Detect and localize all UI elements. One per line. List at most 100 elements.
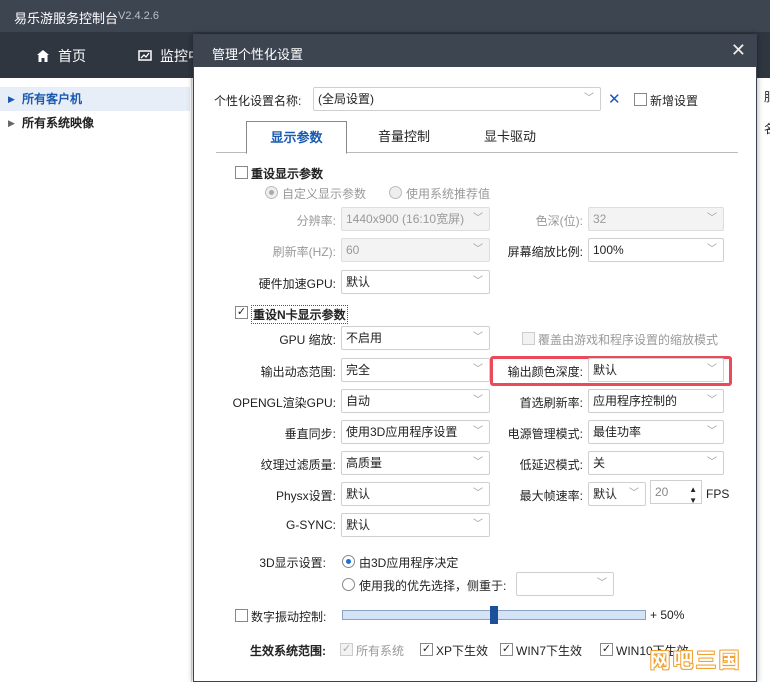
opengl-gpu-value: 自动	[346, 394, 371, 408]
preferred-refresh-select[interactable]: 应用程序控制的 ﹀	[588, 389, 724, 413]
radio-3d-pref[interactable]	[342, 578, 355, 591]
radio-custom-display[interactable]	[265, 186, 278, 199]
vsync-label: 垂直同步:	[284, 427, 336, 441]
max-fps-select[interactable]: 默认 ﹀	[588, 482, 646, 506]
vibrance-checkbox[interactable]	[235, 609, 248, 622]
sidebar: ▶ 所有客户机 ▶ 所有系统映像	[0, 78, 192, 682]
chevron-down-icon: ﹀	[473, 457, 483, 468]
close-icon[interactable]: ✕	[731, 40, 746, 61]
opengl-gpu-select[interactable]: 自动 ﹀	[341, 389, 490, 413]
low-latency-select[interactable]: 关 ﹀	[588, 451, 724, 475]
bg-header-text: 名	[764, 120, 770, 137]
tab-display[interactable]: 显示参数	[246, 121, 347, 154]
systems-label: 生效系统范围:	[250, 644, 326, 658]
physx-label: Physx设置:	[275, 489, 336, 503]
screen-scale-label: 屏幕缩放比例:	[507, 245, 583, 259]
dynamic-range-select[interactable]: 完全 ﹀	[341, 358, 490, 382]
texture-quality-select[interactable]: 高质量 ﹀	[341, 451, 490, 475]
setting-name-label: 个性化设置名称:	[214, 94, 302, 108]
win10-checkbox[interactable]: ✓	[600, 643, 613, 656]
gpu-scale-label: GPU 缩放:	[279, 333, 336, 347]
preferred-refresh-value: 应用程序控制的	[593, 394, 678, 408]
tab-gpu-driver[interactable]: 显卡驱动	[470, 121, 550, 153]
reset-display-checkbox[interactable]	[235, 166, 248, 179]
power-mode-select[interactable]: 最佳功率 ﹀	[588, 420, 724, 444]
gpu-scale-select[interactable]: 不启用 ﹀	[341, 326, 490, 350]
reset-nvidia-label: 重设N卡显示参数	[251, 305, 348, 324]
output-color-depth-select[interactable]: 默认 ﹀	[588, 358, 724, 382]
gpu-scale-value: 不启用	[346, 331, 383, 345]
hw-gpu-label: 硬件加速GPU:	[258, 277, 336, 291]
chevron-down-icon: ﹀	[473, 519, 483, 530]
tab-volume[interactable]: 音量控制	[364, 121, 444, 153]
chevron-down-icon: ﹀	[473, 426, 483, 437]
pref-focus-select[interactable]: ﹀	[516, 572, 614, 596]
chevron-down-icon: ﹀	[707, 426, 717, 437]
chevron-down-icon: ﹀	[629, 488, 639, 499]
radio-3d-pref-label: 使用我的优先选择，侧重于:	[359, 579, 507, 593]
radio-3d-app[interactable]	[342, 555, 355, 568]
bg-header-text: 服	[764, 88, 770, 105]
chevron-down-icon: ﹀	[473, 244, 483, 255]
override-scale-checkbox[interactable]	[522, 332, 535, 345]
all-systems-label: 所有系统	[356, 644, 405, 658]
setting-name-select[interactable]: (全局设置) ﹀	[313, 87, 601, 111]
gsync-label: G-SYNC:	[285, 518, 336, 532]
radio-recommended[interactable]	[389, 186, 402, 199]
chevron-down-icon: ﹀	[597, 578, 607, 589]
refresh-rate-value: 60	[346, 243, 360, 257]
output-color-depth-label: 输出颜色深度:	[507, 365, 583, 379]
chevron-down-icon: ﹀	[707, 244, 717, 255]
resolution-select[interactable]: 1440x900 (16:10宽屏) ﹀	[341, 207, 490, 231]
physx-value: 默认	[346, 487, 371, 501]
color-depth-select[interactable]: 32 ﹀	[588, 207, 724, 231]
chevron-down-icon: ﹀	[473, 488, 483, 499]
refresh-rate-label: 刷新率(HZ):	[272, 245, 336, 259]
radio-3d-app-label: 由3D应用程序决定	[359, 556, 459, 570]
chevron-down-icon: ﹀	[473, 395, 483, 406]
chevron-down-icon: ﹀	[707, 395, 717, 406]
power-mode-value: 最佳功率	[593, 425, 642, 439]
stepper-down-icon[interactable]: ▼	[689, 490, 697, 512]
caret-right-icon: ▶	[8, 94, 15, 104]
texture-quality-value: 高质量	[346, 456, 383, 470]
screen-scale-value: 100%	[593, 243, 624, 257]
sidebar-item-all-clients[interactable]: ▶ 所有客户机	[0, 87, 190, 111]
xp-label: XP下生效	[436, 644, 489, 658]
watermark-logo: 网吧三国	[650, 650, 742, 672]
refresh-rate-select[interactable]: 60 ﹀	[341, 238, 490, 262]
screen-scale-select[interactable]: 100% ﹀	[588, 238, 724, 262]
hw-gpu-select[interactable]: 默认 ﹀	[341, 270, 490, 294]
dialog-header: 管理个性化设置 ✕	[194, 35, 756, 67]
vibrance-slider-handle[interactable]	[490, 606, 498, 624]
chevron-down-icon: ﹀	[707, 364, 717, 375]
output-color-depth-value: 默认	[593, 363, 618, 377]
reset-display-label: 重设显示参数	[251, 167, 324, 181]
dialog-title: 管理个性化设置	[212, 47, 304, 62]
fps-number: 20	[655, 485, 669, 499]
color-depth-value: 32	[593, 212, 607, 226]
chevron-down-icon: ﹀	[707, 213, 717, 224]
radio-recommended-label: 使用系统推荐值	[406, 187, 491, 201]
chevron-down-icon: ﹀	[473, 276, 483, 287]
chevron-down-icon: ﹀	[584, 93, 594, 104]
resolution-label: 分辨率:	[296, 214, 336, 228]
vsync-select[interactable]: 使用3D应用程序设置 ﹀	[341, 420, 490, 444]
physx-select[interactable]: 默认 ﹀	[341, 482, 490, 506]
win7-label: WIN7下生效	[516, 644, 583, 658]
vibrance-value: + 50%	[650, 608, 685, 622]
delete-setting-icon[interactable]: ✕	[608, 90, 621, 108]
max-fps-label: 最大帧速率:	[519, 489, 583, 503]
all-systems-checkbox[interactable]: ✓	[340, 643, 353, 656]
gsync-select[interactable]: 默认 ﹀	[341, 513, 490, 537]
new-setting-checkbox[interactable]	[634, 93, 647, 106]
win7-checkbox[interactable]: ✓	[500, 643, 513, 656]
fps-stepper[interactable]: 20 ▲ ▼	[650, 480, 702, 505]
app-title: 易乐游服务控制台	[14, 11, 119, 26]
vsync-value: 使用3D应用程序设置	[346, 425, 458, 439]
sidebar-item-all-images[interactable]: ▶ 所有系统映像	[0, 111, 190, 135]
reset-nvidia-checkbox[interactable]: ✓	[235, 306, 248, 319]
nav-home[interactable]: 首页	[36, 46, 86, 66]
xp-checkbox[interactable]: ✓	[420, 643, 433, 656]
caret-right-icon: ▶	[8, 118, 15, 128]
